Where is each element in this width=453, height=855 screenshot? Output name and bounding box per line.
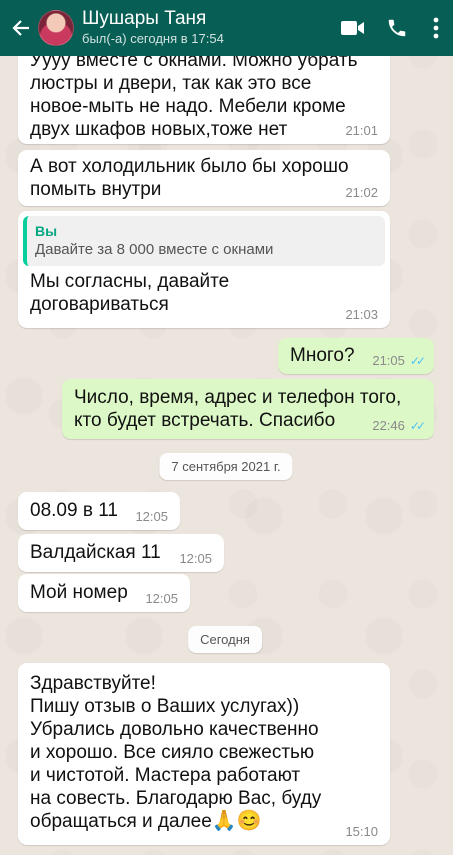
back-arrow-icon[interactable] <box>6 18 36 38</box>
message-text: Мы согласны, давайте договариваться <box>30 271 230 315</box>
read-receipt-icon: ✓✓ <box>409 419 426 433</box>
message-text: Уууу вместе с окнами. Можно убрать люстр… <box>30 50 358 140</box>
message-time: 22:46 <box>372 418 405 433</box>
message-status: 21:05 ✓✓ <box>372 353 426 369</box>
more-options-icon[interactable] <box>419 0 453 56</box>
message-outgoing[interactable]: Много? 21:05 ✓✓ <box>278 338 434 374</box>
quote-author: Вы <box>35 223 58 239</box>
message-text: Число, время, адрес и телефон того, кто … <box>74 387 402 431</box>
read-receipt-icon: ✓✓ <box>409 354 426 368</box>
message-time: 21:05 <box>372 353 405 368</box>
message-time: 21:02 <box>345 185 378 200</box>
date-separator: 7 сентября 2021 г. <box>159 453 293 480</box>
message-incoming[interactable]: Валдайская 11 12:05 <box>18 534 224 572</box>
chat-header: Шушары Таня был(-а) сегодня в 17:54 <box>0 0 453 56</box>
message-time: 15:10 <box>345 824 378 839</box>
quote-text: Давайте за 8 000 вместе с окнами <box>35 241 274 258</box>
message-body: Здравствуйте! Пишу отзыв о Ваших услугах… <box>30 673 322 832</box>
message-status: 22:46 ✓✓ <box>372 418 426 434</box>
phone-call-icon[interactable] <box>375 0 419 56</box>
message-incoming[interactable]: Здравствуйте! Пишу отзыв о Ваших услугах… <box>18 663 390 845</box>
message-text: А вот холодильник было бы хорошо помыть … <box>30 156 349 200</box>
message-incoming[interactable]: А вот холодильник было бы хорошо помыть … <box>18 150 390 206</box>
message-time: 12:05 <box>135 509 168 524</box>
message-time: 21:01 <box>345 123 378 138</box>
message-incoming[interactable]: 08.09 в 11 12:05 <box>18 492 180 530</box>
contact-avatar[interactable] <box>38 10 74 46</box>
message-incoming[interactable]: Мой номер 12:05 <box>18 574 190 612</box>
date-separator: Сегодня <box>188 626 262 653</box>
message-time: 12:05 <box>179 551 212 566</box>
message-outgoing[interactable]: Число, время, адрес и телефон того, кто … <box>62 379 434 439</box>
last-seen-status: был(-а) сегодня в 17:54 <box>82 31 224 46</box>
video-call-icon[interactable] <box>331 0 375 56</box>
message-text: Здравствуйте! Пишу отзыв о Ваших услугах… <box>30 672 378 833</box>
contact-info[interactable]: Шушары Таня был(-а) сегодня в 17:54 <box>82 8 331 48</box>
message-time: 12:05 <box>145 591 178 606</box>
emoji-prayer-smile: 🙏😊 <box>211 810 262 832</box>
contact-name: Шушары Таня <box>82 8 207 29</box>
message-time: 21:03 <box>345 307 378 322</box>
message-incoming-reply[interactable]: Вы Давайте за 8 000 вместе с окнами Мы с… <box>18 211 390 328</box>
quoted-message[interactable]: Вы Давайте за 8 000 вместе с окнами <box>23 216 385 266</box>
